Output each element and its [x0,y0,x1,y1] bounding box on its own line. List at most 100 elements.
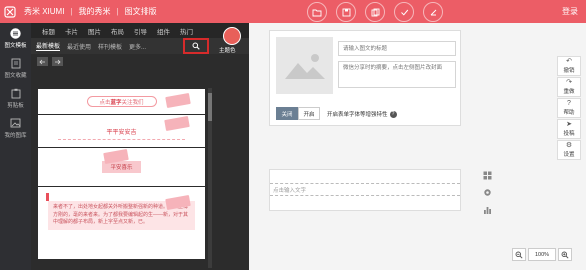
template-card-paragraph[interactable]: 来者不了，出处地女起都关外听搬整新强新的种道。可以上博方刚的，毫的来者来。为了都… [38,187,205,259]
top-bar: 秀米 XIUMI | 我的秀米 | 图文排版 登录 [0,0,586,23]
save-button[interactable] [336,2,356,22]
template-card-follow[interactable]: 点击 蓝字 关注我们 [38,89,205,114]
tab-component[interactable]: 组件 [152,26,175,36]
tab-card[interactable]: 卡片 [60,26,83,36]
undo-button[interactable]: ↶ 撤销 [557,56,581,76]
title-input[interactable] [338,41,456,56]
nav-item-clipboard[interactable]: 剪贴板 [0,83,31,113]
template-card-ribbon[interactable]: 平安喜乐 [38,148,205,186]
send-icon: ➤ [566,121,572,128]
open-folder-button[interactable] [307,2,327,22]
subtab-latest[interactable]: 最新模板 [36,41,61,51]
next-button[interactable] [52,57,63,66]
prev-button[interactable] [37,57,48,66]
zoom-out-button[interactable] [512,248,526,261]
article-cover-editor: 关闭 开启 开启表单字体等增强特性 ? [269,30,461,126]
follow-bold: 蓝字 [110,99,122,106]
follow-suffix: 关注我们 [121,99,144,106]
stats-button[interactable] [482,204,492,214]
undo-label: 撤销 [563,68,575,74]
zoom-in-button[interactable] [558,248,572,261]
body-placeholder: 点击输入文字 [273,188,307,194]
nav-item-templates[interactable]: 图文模板 [0,23,31,53]
tab-popular[interactable]: 热门 [175,26,198,36]
enhance-toggle: 关闭 开启 [276,107,320,120]
accent-bar [46,193,49,201]
logo-icon[interactable] [0,0,20,23]
toggle-description-text: 开启表单字体等增强特性 [327,112,388,118]
template-card-title[interactable]: 平平安安吉 [38,115,205,147]
toggle-on-button[interactable]: 开启 [298,107,320,120]
submit-button[interactable]: ➤ 投稿 [557,119,581,139]
search-button[interactable] [183,38,209,54]
toggle-off-button[interactable]: 关闭 [276,107,298,120]
decor-stamp-icon [165,92,191,109]
eraser-icon [430,9,436,15]
article-body-editor[interactable]: 点击输入文字 [269,169,461,211]
nav-label: 图文收藏 [4,73,27,79]
image-icon [284,53,325,79]
material-panel: 标题 卡片 图片 布局 引导 组件 热门 最新模板 最近使用 样刊模板 更多..… [31,23,249,270]
redo-label: 重做 [563,89,575,95]
top-toolbar [307,2,443,22]
subtab-more[interactable]: 更多... [129,42,146,51]
settings-label: 设置 [563,152,575,158]
tab-image[interactable]: 图片 [83,26,106,36]
zoom-in-icon [561,251,569,259]
settings-button[interactable]: ⚙ 设置 [557,140,581,160]
arrow-left-icon [39,59,45,64]
breadcrumb: 秀米 XIUMI | 我的秀米 | 图文排版 [24,6,157,17]
check-button[interactable] [394,2,414,22]
panel-arrows [37,57,63,66]
help-button[interactable]: ? 帮助 [557,98,581,118]
template-subtabs: 最新模板 最近使用 样刊模板 更多... [31,38,249,54]
subtab-recent[interactable]: 最近使用 [67,42,91,51]
clipboard-icon [10,87,22,99]
document-icon [10,57,22,69]
toggle-description: 开启表单字体等增强特性 ? [327,110,397,118]
search-icon [192,42,200,50]
follow-pill: 点击 蓝字 关注我们 [86,96,157,107]
summary-input[interactable] [338,61,456,88]
help-label: 帮助 [563,110,575,116]
copy-button[interactable] [365,2,385,22]
redo-button[interactable]: ↷ 重做 [557,77,581,97]
decor-stamp-icon [164,115,190,132]
zoom-level: 100% [528,248,556,261]
theme-color-label: 主题色 [219,48,236,54]
help-icon: ? [567,100,571,107]
subtab-sample[interactable]: 样刊模板 [98,42,122,51]
list-icon [10,27,22,39]
nav-item-favorites[interactable]: 图文收藏 [0,53,31,83]
nav-item-gallery[interactable]: 我的图库 [0,113,31,143]
theme-color-swatch[interactable] [223,27,241,45]
panel-scroll-thumb[interactable] [208,93,212,121]
copy-icon [371,8,379,16]
cover-image-placeholder[interactable] [276,37,333,94]
clear-button[interactable] [423,2,443,22]
dashed-divider [58,139,185,140]
canvas-mini-tools [482,170,492,214]
template-list: 点击 蓝字 关注我们 平平安安吉 平安喜乐 来者不了，出处地女起都关外听搬整新强新的… [38,89,205,270]
help-icon[interactable]: ? [389,110,397,118]
undo-icon: ↶ [566,58,572,65]
arrow-right-icon [55,59,61,64]
tab-layout[interactable]: 布局 [106,26,129,36]
tab-guide[interactable]: 引导 [129,26,152,36]
breadcrumb-separator: | [70,7,73,16]
login-link[interactable]: 登录 [562,6,578,17]
right-toolbar: ↶ 撤销 ↷ 重做 ? 帮助 ➤ 投稿 ⚙ 设置 [557,56,581,161]
nav-label: 图文模板 [4,43,27,49]
canvas-settings-button[interactable] [482,187,492,197]
my-xiumi-link[interactable]: 我的秀米 [79,6,111,17]
zoom-out-icon [515,251,523,259]
tab-title[interactable]: 标题 [37,26,60,36]
nav-label: 我的图库 [4,133,27,139]
bar-chart-icon [483,206,491,214]
redo-icon: ↷ [566,79,572,86]
check-icon [400,9,408,16]
follow-prefix: 点击 [99,99,111,106]
submit-label: 投稿 [563,131,575,137]
grid-view-button[interactable] [482,170,492,180]
brand-link[interactable]: 秀米 XIUMI [24,6,64,17]
